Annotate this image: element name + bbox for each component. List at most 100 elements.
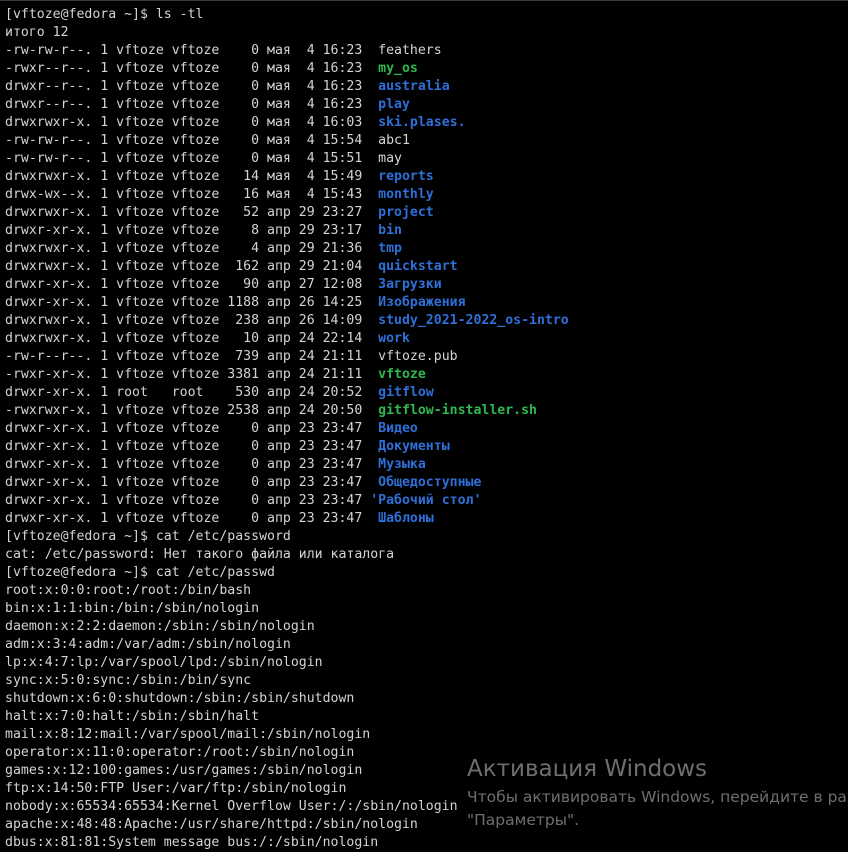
terminal-text: drwxrwxr-x. 1 vftoze vftoze 10 апр 24 22… <box>5 331 379 346</box>
terminal-line: drwxr-xr-x. 1 vftoze vftoze 0 апр 23 23:… <box>5 420 569 438</box>
terminal-line: adm:x:3:4:adm:/var/adm:/sbin/nologin <box>5 636 569 654</box>
terminal-line: [vftoze@fedora ~]$ ls -tl <box>5 6 569 24</box>
terminal-line: sync:x:5:0:sync:/sbin:/bin/sync <box>5 672 569 690</box>
terminal-text: drwxr-xr-x. 1 vftoze vftoze 0 апр 23 23:… <box>5 457 379 472</box>
terminal-text: abc1 <box>378 133 410 148</box>
directory-name: Изображения <box>378 295 466 310</box>
terminal-line: -rw-rw-r--. 1 vftoze vftoze 0 мая 4 15:5… <box>5 150 569 168</box>
terminal-line: drwxr-xr-x. 1 vftoze vftoze 8 апр 29 23:… <box>5 222 569 240</box>
terminal-text: root:x:0:0:root:/root:/bin/bash <box>5 583 252 598</box>
terminal-line: dbus:x:81:81:System message bus:/:/sbin/… <box>5 834 569 852</box>
terminal-text: drwxr-xr-x. 1 vftoze vftoze 1188 апр 26 … <box>5 295 379 310</box>
terminal-line: halt:x:7:0:halt:/sbin:/sbin/halt <box>5 708 569 726</box>
directory-name: work <box>378 331 410 346</box>
terminal-text: drwxr-xr-x. 1 vftoze vftoze 0 апр 23 23:… <box>5 439 379 454</box>
terminal-text: sync:x:5:0:sync:/sbin:/bin/sync <box>5 673 252 688</box>
directory-name: bin <box>378 223 402 238</box>
terminal-line: lp:x:4:7:lp:/var/spool/lpd:/sbin/nologin <box>5 654 569 672</box>
terminal-text: halt:x:7:0:halt:/sbin:/sbin/halt <box>5 709 260 724</box>
terminal-line: [vftoze@fedora ~]$ cat /etc/passwd <box>5 564 569 582</box>
terminal-line: итого 12 <box>5 24 569 42</box>
terminal-text: vftoze.pub <box>378 349 458 364</box>
watermark-title: Активация Windows <box>467 756 708 782</box>
terminal-text: -rwxr--r--. 1 vftoze vftoze 0 мая 4 16:2… <box>5 61 379 76</box>
terminal-text: -rw-r--r--. 1 vftoze vftoze 739 апр 24 2… <box>5 349 379 364</box>
terminal-text: feathers <box>378 43 442 58</box>
terminal-text: drwxr-xr-x. 1 vftoze vftoze 0 апр 23 23:… <box>5 493 371 508</box>
terminal-line: shutdown:x:6:0:shutdown:/sbin:/sbin/shut… <box>5 690 569 708</box>
terminal-line: drwxr-xr-x. 1 vftoze vftoze 0 апр 23 23:… <box>5 438 569 456</box>
directory-name: project <box>378 205 434 220</box>
terminal-text: daemon:x:2:2:daemon:/sbin:/sbin/nologin <box>5 619 315 634</box>
terminal-line: [vftoze@fedora ~]$ cat /etc/password <box>5 528 569 546</box>
terminal-text: drwxr-xr-x. 1 vftoze vftoze 90 апр 27 12… <box>5 277 379 292</box>
watermark-line-2: "Параметры". <box>467 811 580 829</box>
directory-name: Документы <box>378 439 450 454</box>
terminal-text: drwxr-xr-x. 1 vftoze vftoze 8 апр 29 23:… <box>5 223 379 238</box>
terminal-line: drwxr-xr-x. 1 vftoze vftoze 1188 апр 26 … <box>5 294 569 312</box>
terminal-line: daemon:x:2:2:daemon:/sbin:/sbin/nologin <box>5 618 569 636</box>
terminal-text: dbus:x:81:81:System message bus:/:/sbin/… <box>5 835 379 850</box>
terminal-text: bin:x:1:1:bin:/bin:/sbin/nologin <box>5 601 260 616</box>
directory-name: ski.plases. <box>378 115 466 130</box>
terminal-text: -rwxrwxr-x. 1 vftoze vftoze 2538 апр 24 … <box>5 403 379 418</box>
terminal-line: -rwxrwxr-x. 1 vftoze vftoze 2538 апр 24 … <box>5 402 569 420</box>
windows-activation-watermark: Активация Windows Чтобы активировать Win… <box>467 754 848 832</box>
terminal-text: adm:x:3:4:adm:/var/adm:/sbin/nologin <box>5 637 291 652</box>
terminal-line: drwxrwxr-x. 1 vftoze vftoze 4 апр 29 21:… <box>5 240 569 258</box>
directory-name: quickstart <box>378 259 458 274</box>
terminal-text: -rw-rw-r--. 1 vftoze vftoze 0 мая 4 15:5… <box>5 151 379 166</box>
terminal-line: drwxrwxr-x. 1 vftoze vftoze 238 апр 26 1… <box>5 312 569 330</box>
terminal-line: drwxrwxr-x. 1 vftoze vftoze 0 мая 4 16:0… <box>5 114 569 132</box>
executable-name: vftoze <box>378 367 426 382</box>
directory-name: Общедоступные <box>378 475 482 490</box>
terminal-line: -rw-rw-r--. 1 vftoze vftoze 0 мая 4 16:2… <box>5 42 569 60</box>
terminal-text: shutdown:x:6:0:shutdown:/sbin:/sbin/shut… <box>5 691 355 706</box>
terminal-line: drwxr-xr-x. 1 vftoze vftoze 0 апр 23 23:… <box>5 492 569 510</box>
terminal-text: drwxr--r--. 1 vftoze vftoze 0 мая 4 16:2… <box>5 79 379 94</box>
terminal-text: drwxrwxr-x. 1 vftoze vftoze 52 апр 29 23… <box>5 205 379 220</box>
terminal-line: drwx-wx--x. 1 vftoze vftoze 16 мая 4 15:… <box>5 186 569 204</box>
terminal-line: drwxrwxr-x. 1 vftoze vftoze 162 апр 29 2… <box>5 258 569 276</box>
terminal-text: drwxrwxr-x. 1 vftoze vftoze 4 апр 29 21:… <box>5 241 379 256</box>
terminal-line: -rwxr--r--. 1 vftoze vftoze 0 мая 4 16:2… <box>5 60 569 78</box>
terminal-text: drwxrwxr-x. 1 vftoze vftoze 0 мая 4 16:0… <box>5 115 379 130</box>
terminal-text: drwxr--r--. 1 vftoze vftoze 0 мая 4 16:2… <box>5 97 379 112</box>
terminal-text: -rw-rw-r--. 1 vftoze vftoze 0 мая 4 16:2… <box>5 43 379 58</box>
terminal-text: drwxr-xr-x. 1 vftoze vftoze 0 апр 23 23:… <box>5 511 379 526</box>
terminal-text: drwxr-xr-x. 1 root root 530 апр 24 20:52 <box>5 385 379 400</box>
terminal-text: [vftoze@fedora ~]$ cat /etc/passwd <box>5 565 275 580</box>
directory-name: Видео <box>378 421 418 436</box>
terminal-text: drwxr-xr-x. 1 vftoze vftoze 0 апр 23 23:… <box>5 421 379 436</box>
terminal-line: -rw-r--r--. 1 vftoze vftoze 739 апр 24 2… <box>5 348 569 366</box>
terminal-line: drwxrwxr-x. 1 vftoze vftoze 52 апр 29 23… <box>5 204 569 222</box>
terminal-text: drwxrwxr-x. 1 vftoze vftoze 162 апр 29 2… <box>5 259 379 274</box>
terminal-text: -rw-rw-r--. 1 vftoze vftoze 0 мая 4 15:5… <box>5 133 379 148</box>
terminal-line: drwxrwxr-x. 1 vftoze vftoze 10 апр 24 22… <box>5 330 569 348</box>
directory-name: australia <box>378 79 450 94</box>
directory-name: gitflow <box>378 385 434 400</box>
terminal-text: apache:x:48:48:Apache:/usr/share/httpd:/… <box>5 817 418 832</box>
terminal-text: ftp:x:14:50:FTP User:/var/ftp:/sbin/nolo… <box>5 781 347 796</box>
terminal-output[interactable]: [vftoze@fedora ~]$ ls -tl итого 12 -rw-rw-… <box>5 6 569 852</box>
directory-name: reports <box>378 169 434 184</box>
terminal-line: drwxrwxr-x. 1 vftoze vftoze 14 мая 4 15:… <box>5 168 569 186</box>
terminal-window[interactable]: [vftoze@fedora ~]$ ls -tl итого 12 -rw-rw-… <box>0 0 848 852</box>
terminal-text: nobody:x:65534:65534:Kernel Overflow Use… <box>5 799 458 814</box>
executable-name: my_os <box>378 61 418 76</box>
terminal-line: mail:x:8:12:mail:/var/spool/mail:/sbin/n… <box>5 726 569 744</box>
terminal-line: drwxr-xr-x. 1 vftoze vftoze 90 апр 27 12… <box>5 276 569 294</box>
directory-name: monthly <box>378 187 434 202</box>
terminal-text: games:x:12:100:games:/usr/games:/sbin/no… <box>5 763 363 778</box>
terminal-text: may <box>378 151 402 166</box>
terminal-text: cat: /etc/password: Нет такого файла или… <box>5 547 395 562</box>
directory-name: tmp <box>378 241 402 256</box>
terminal-text: drwxr-xr-x. 1 vftoze vftoze 0 апр 23 23:… <box>5 475 379 490</box>
directory-name: play <box>378 97 410 112</box>
terminal-text: mail:x:8:12:mail:/var/spool/mail:/sbin/n… <box>5 727 371 742</box>
terminal-line: drwxr--r--. 1 vftoze vftoze 0 мая 4 16:2… <box>5 96 569 114</box>
terminal-text: -rwxr-xr-x. 1 vftoze vftoze 3381 апр 24 … <box>5 367 379 382</box>
terminal-line: -rwxr-xr-x. 1 vftoze vftoze 3381 апр 24 … <box>5 366 569 384</box>
terminal-line: drwxr-xr-x. 1 vftoze vftoze 0 апр 23 23:… <box>5 510 569 528</box>
terminal-text: [vftoze@fedora ~]$ ls -tl <box>5 7 204 22</box>
